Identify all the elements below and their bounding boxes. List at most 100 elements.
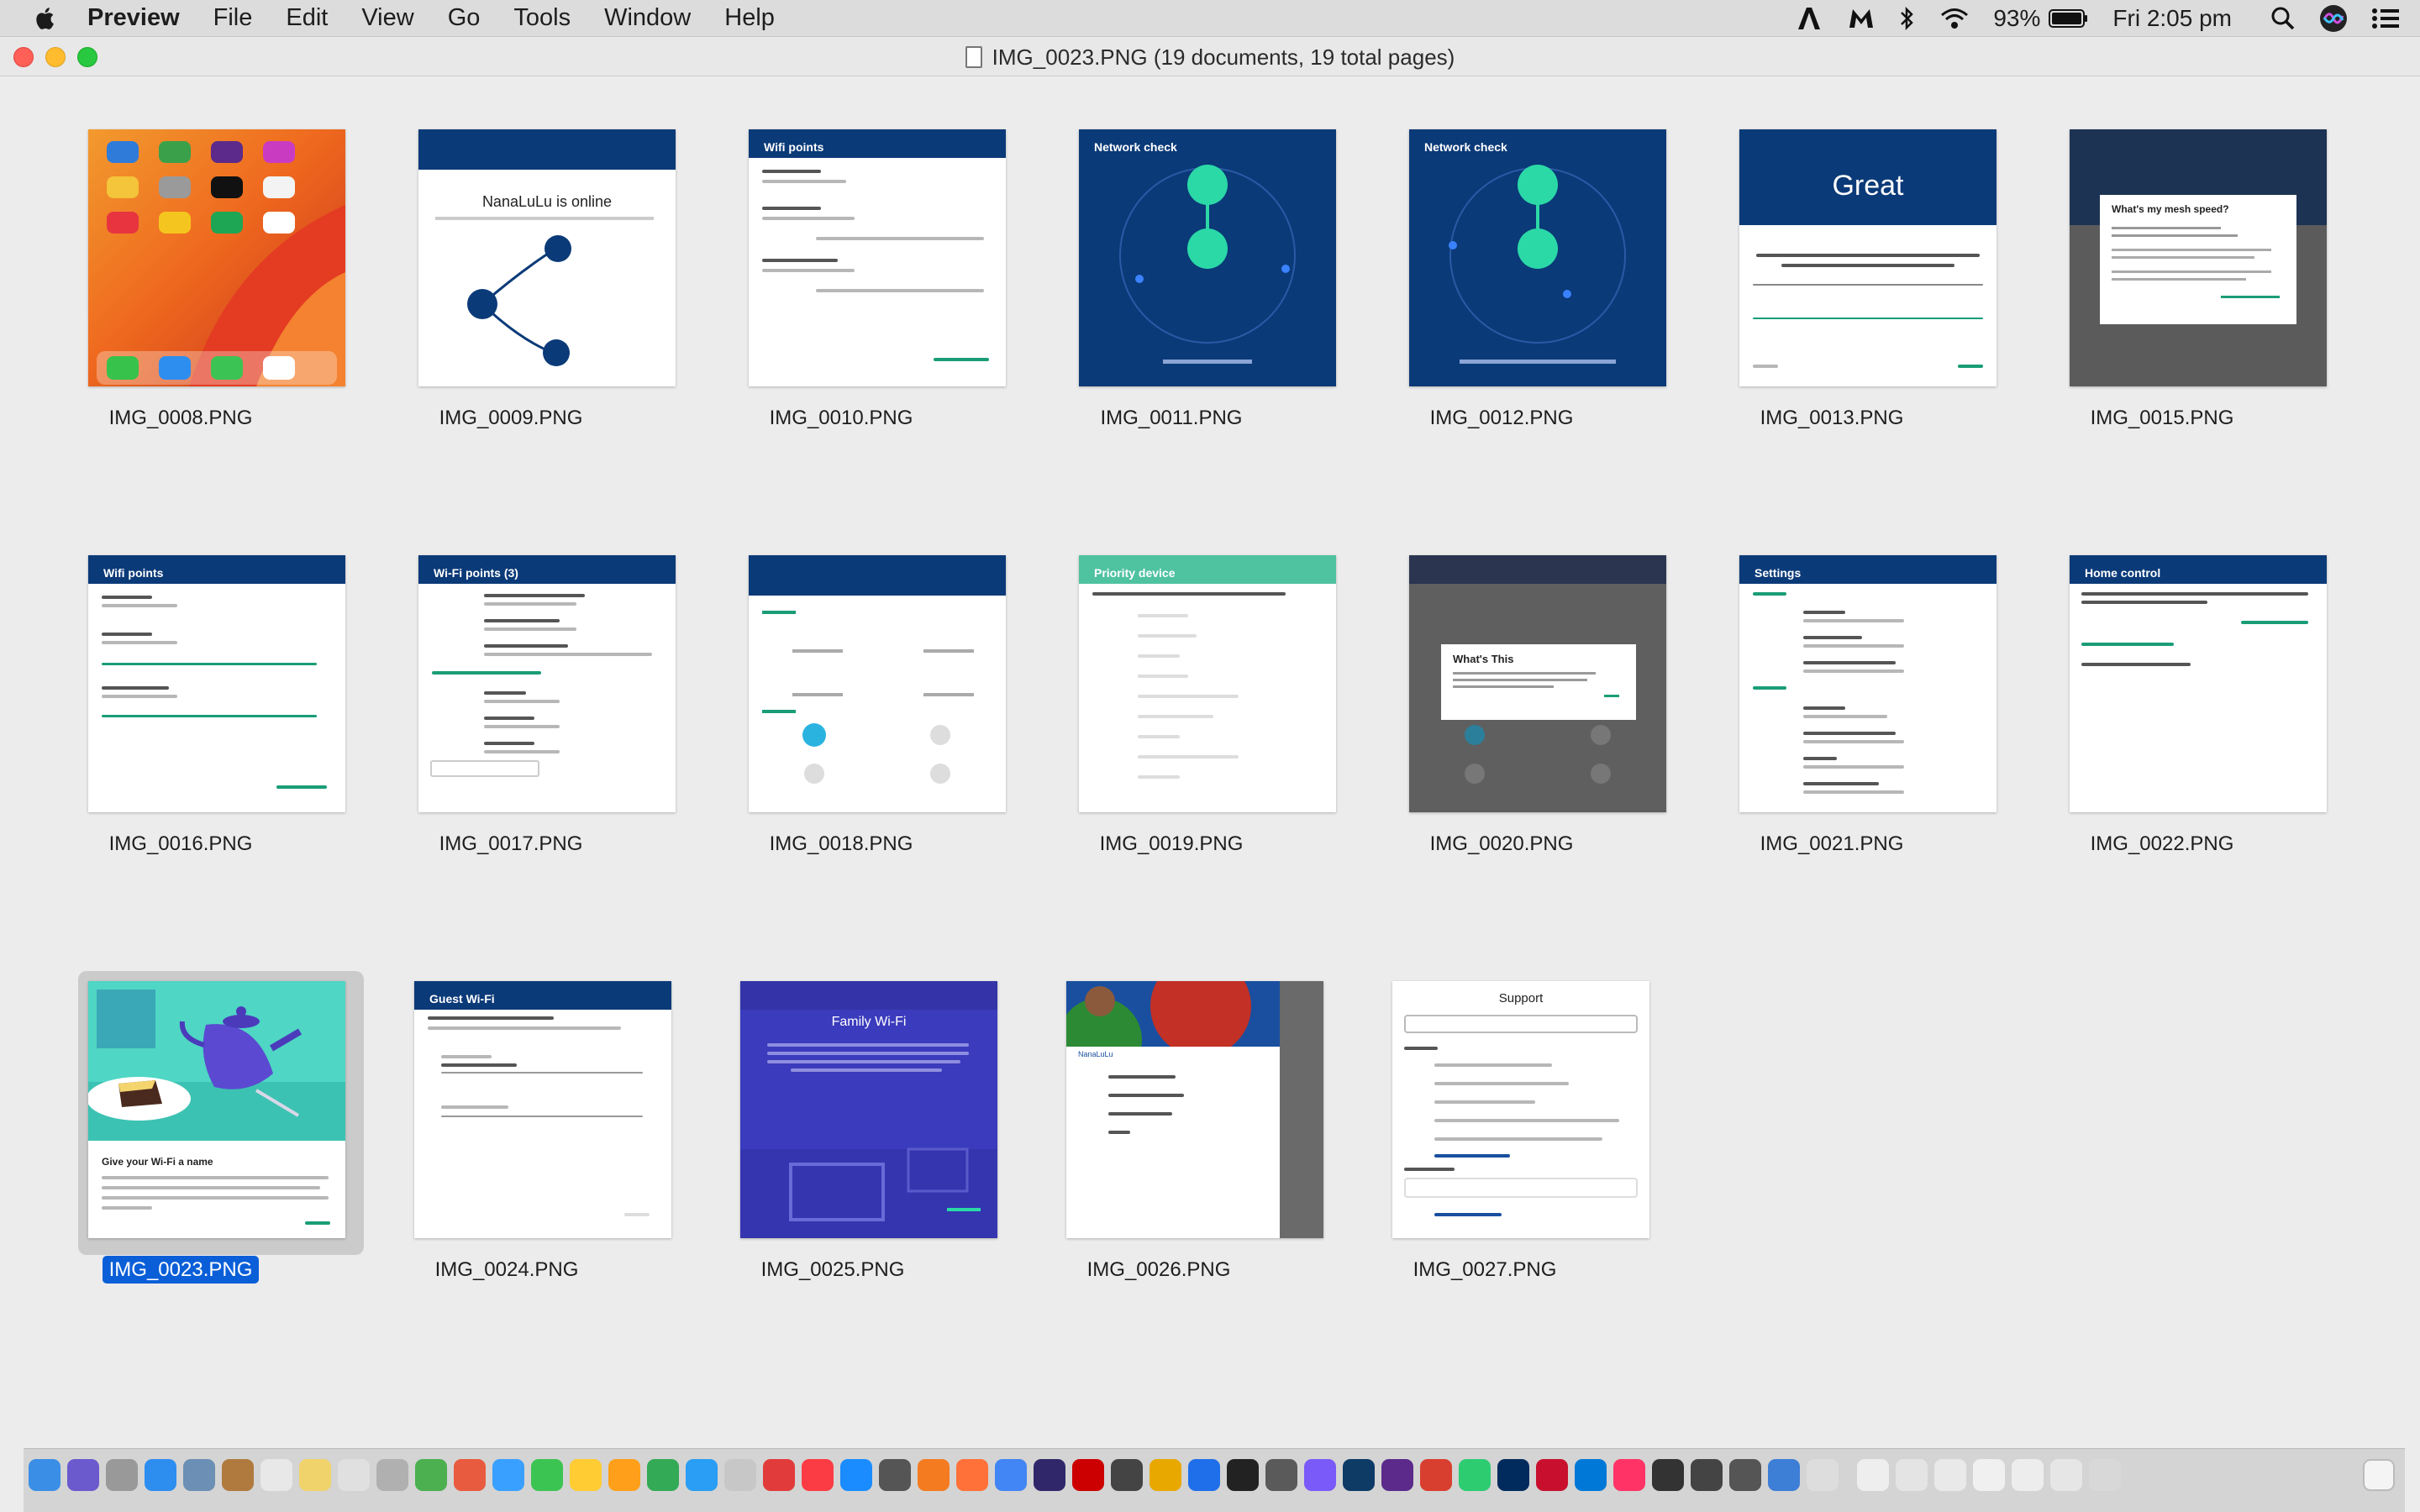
- thumbnail-image[interactable]: What's my mesh speed?: [2070, 129, 2327, 386]
- thumbnail-cell[interactable]: Home control IMG_0022.PNG: [1986, 503, 2338, 856]
- dock-app-icon[interactable]: [1150, 1459, 1181, 1491]
- spotlight-search-icon[interactable]: [2270, 6, 2296, 31]
- thumbnail-cell[interactable]: Wifi points IMG_0010.PNG: [665, 77, 1018, 430]
- dock-app-icon[interactable]: [222, 1459, 254, 1491]
- dock-app-icon[interactable]: [879, 1459, 911, 1491]
- thumbnail-image[interactable]: Priority device: [1079, 555, 1336, 812]
- malwarebytes-icon[interactable]: [1847, 6, 1876, 31]
- dock-app-icon[interactable]: [1343, 1459, 1375, 1491]
- dock-app-icon[interactable]: [260, 1459, 292, 1491]
- thumbnail-cell[interactable]: Support IMG_0027.PNG: [1308, 929, 1661, 1282]
- notification-center-icon[interactable]: [2371, 7, 2400, 30]
- dock-app-icon[interactable]: [1188, 1459, 1220, 1491]
- thumbnail-image[interactable]: Network check: [1409, 129, 1666, 386]
- dock-app-icon[interactable]: [183, 1459, 215, 1491]
- thumbnail-image[interactable]: [749, 555, 1006, 812]
- menu-file[interactable]: File: [213, 4, 253, 32]
- dock-app-icon[interactable]: [570, 1459, 602, 1491]
- battery-icon[interactable]: [2049, 8, 2089, 29]
- bluetooth-icon[interactable]: [1899, 6, 1916, 31]
- thumbnail-image[interactable]: Wi-Fi points (3): [418, 555, 676, 812]
- thumbnail-image[interactable]: Wifi points: [749, 129, 1006, 386]
- thumbnail-cell[interactable]: Settings IMG_0021.PNG: [1655, 503, 2008, 856]
- menu-preview[interactable]: Preview: [87, 4, 180, 32]
- dock-app-icon[interactable]: [376, 1459, 408, 1491]
- thumbnail-image[interactable]: Support: [1392, 981, 1649, 1238]
- dock-app-icon[interactable]: [1459, 1459, 1491, 1491]
- menubar-clock[interactable]: Fri 2:05 pm: [2112, 5, 2232, 32]
- dock-app-icon[interactable]: [67, 1459, 99, 1491]
- menu-edit[interactable]: Edit: [286, 4, 328, 32]
- thumbnail-cell[interactable]: Great IMG_0013.PNG: [1655, 77, 2008, 430]
- dock-app-icon[interactable]: [1934, 1459, 1966, 1491]
- menu-tools[interactable]: Tools: [513, 4, 571, 32]
- dock-app-icon[interactable]: [1034, 1459, 1065, 1491]
- dock-app-icon[interactable]: [647, 1459, 679, 1491]
- thumbnail-cell[interactable]: What's This IMG_0020.PNG: [1325, 503, 1678, 856]
- thumbnail-image[interactable]: NanaLuLu is online: [418, 129, 676, 386]
- thumbnail-cell[interactable]: Guest Wi-Fi IMG_0024.PNG: [330, 929, 683, 1282]
- dock-app-icon[interactable]: [29, 1459, 60, 1491]
- dock-app-icon[interactable]: [1613, 1459, 1645, 1491]
- dock-app-icon[interactable]: [1575, 1459, 1607, 1491]
- window-title-bar[interactable]: IMG_0023.PNG (19 documents, 19 total pag…: [0, 38, 2420, 76]
- thumbnail-cell[interactable]: NanaLuLu IMG_0026.PNG: [982, 929, 1335, 1282]
- thumbnail-cell[interactable]: Network check IMG_0011.PNG: [995, 77, 1348, 430]
- dock-app-icon[interactable]: [1729, 1459, 1761, 1491]
- dock-app-icon[interactable]: [956, 1459, 988, 1491]
- dock-app-icon[interactable]: [1227, 1459, 1259, 1491]
- menu-window[interactable]: Window: [604, 4, 691, 32]
- dock-app-icon[interactable]: [2089, 1459, 2121, 1491]
- dock-app-icon[interactable]: [1497, 1459, 1529, 1491]
- dock-app-icon[interactable]: [492, 1459, 524, 1491]
- dock-app-icon[interactable]: [686, 1459, 718, 1491]
- dock-app-icon[interactable]: [145, 1459, 176, 1491]
- dock-app-icon[interactable]: [918, 1459, 950, 1491]
- dock-app-icon[interactable]: [802, 1459, 834, 1491]
- dock-app-icon[interactable]: [1896, 1459, 1928, 1491]
- dock-app-icon[interactable]: [608, 1459, 640, 1491]
- dock-app-icon[interactable]: [531, 1459, 563, 1491]
- trash-icon[interactable]: [2363, 1459, 2395, 1491]
- dock-app-icon[interactable]: [454, 1459, 486, 1491]
- dock-app-icon[interactable]: [995, 1459, 1027, 1491]
- dock-app-icon[interactable]: [1304, 1459, 1336, 1491]
- thumbnail-image[interactable]: Family Wi-Fi: [740, 981, 997, 1238]
- dock-app-icon[interactable]: [1652, 1459, 1684, 1491]
- dock-app-icon[interactable]: [338, 1459, 370, 1491]
- dock-app-icon[interactable]: [1807, 1459, 1839, 1491]
- dock-app-icon[interactable]: [1691, 1459, 1723, 1491]
- dock-app-icon[interactable]: [724, 1459, 756, 1491]
- thumbnail-image[interactable]: What's This: [1409, 555, 1666, 812]
- thumbnail-cell[interactable]: Wi-Fi points (3) IMG_0017.PNG: [334, 503, 687, 856]
- thumbnail-image[interactable]: Network check: [1079, 129, 1336, 386]
- thumbnail-image[interactable]: Give your Wi-Fi a name: [88, 981, 345, 1238]
- apple-logo-icon[interactable]: [34, 6, 59, 31]
- dock-app-icon[interactable]: [840, 1459, 872, 1491]
- thumbnail-image[interactable]: Great: [1739, 129, 1996, 386]
- menu-view[interactable]: View: [361, 4, 413, 32]
- thumbnail-image[interactable]: [88, 129, 345, 386]
- selected-filename-label[interactable]: IMG_0023.PNG: [102, 1256, 260, 1284]
- dock-app-icon[interactable]: [2012, 1459, 2044, 1491]
- thumbnail-cell[interactable]: Wifi points IMG_0016.PNG: [4, 503, 357, 856]
- dock-app-icon[interactable]: [1265, 1459, 1297, 1491]
- thumbnail-cell[interactable]: Priority device IMG_0019.PNG: [995, 503, 1348, 856]
- thumbnail-image[interactable]: Wifi points: [88, 555, 345, 812]
- menu-go[interactable]: Go: [448, 4, 481, 32]
- thumbnail-image[interactable]: Home control: [2070, 555, 2327, 812]
- dock-app-icon[interactable]: [299, 1459, 331, 1491]
- dock-app-icon[interactable]: [1072, 1459, 1104, 1491]
- dock-app-icon[interactable]: [1420, 1459, 1452, 1491]
- thumbnail-cell-selected[interactable]: Give your Wi-Fi a name IMG_0023.PNG: [4, 929, 364, 1284]
- dock-app-icon[interactable]: [106, 1459, 138, 1491]
- dock-app-icon[interactable]: [1111, 1459, 1143, 1491]
- adobe-icon[interactable]: [1795, 6, 1823, 31]
- thumbnail-cell[interactable]: IMG_0008.PNG: [4, 77, 357, 430]
- thumbnail-filename-selected[interactable]: IMG_0023.PNG: [4, 1256, 357, 1284]
- dock-app-icon[interactable]: [2050, 1459, 2082, 1491]
- wifi-icon[interactable]: [1939, 6, 1970, 31]
- thumbnail-cell[interactable]: IMG_0018.PNG: [665, 503, 1018, 856]
- dock-app-icon[interactable]: [1381, 1459, 1413, 1491]
- dock-app-icon[interactable]: [1857, 1459, 1889, 1491]
